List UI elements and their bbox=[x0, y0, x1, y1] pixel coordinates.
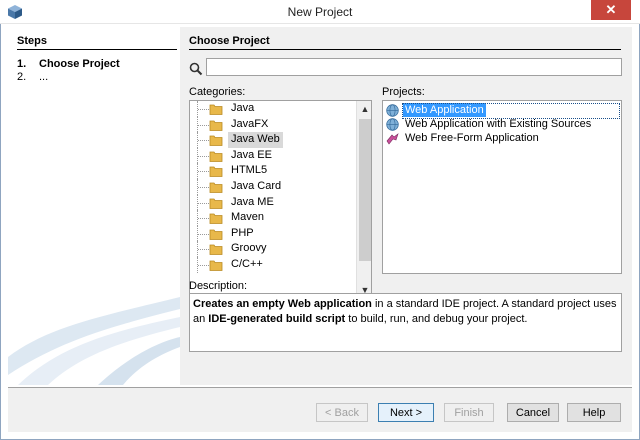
tree-item-label: Java Web bbox=[228, 132, 283, 148]
folder-icon bbox=[209, 120, 223, 131]
help-button[interactable]: Help bbox=[567, 403, 621, 422]
tree-item-label: C/C++ bbox=[231, 257, 263, 270]
tree-item[interactable]: Java Web bbox=[190, 132, 356, 148]
project-item[interactable]: Web Free-Form Application bbox=[383, 131, 621, 145]
tree-item[interactable]: Java bbox=[190, 101, 356, 117]
folder-icon bbox=[209, 260, 223, 271]
globe-icon bbox=[386, 118, 399, 131]
categories-list: Java JavaFX Java Web Java EE HTML5 Java … bbox=[190, 101, 356, 273]
tree-item[interactable]: Java ME bbox=[190, 194, 356, 211]
close-button[interactable]: ✕ bbox=[591, 0, 631, 20]
globe-icon bbox=[386, 104, 399, 117]
next-button[interactable]: Next > bbox=[378, 403, 434, 422]
folder-icon bbox=[209, 182, 223, 193]
tree-item-label: Java EE bbox=[231, 148, 272, 161]
tree-item-label: JavaFX bbox=[231, 117, 269, 130]
step-label: Choose Project bbox=[39, 58, 120, 70]
tree-item-label: Maven bbox=[231, 211, 265, 224]
wizard-decoration bbox=[8, 297, 180, 385]
step-item: 2.... bbox=[17, 71, 48, 83]
tree-item[interactable]: C/C++ bbox=[190, 256, 356, 273]
tree-item-label: Java bbox=[231, 102, 255, 114]
folder-icon bbox=[209, 198, 223, 209]
description-bold-1: Creates an empty Web application bbox=[193, 298, 372, 310]
steps-panel: Steps 1. Choose Project 2.... bbox=[8, 27, 180, 385]
categories-scrollbar[interactable]: ▲ ▼ bbox=[356, 101, 371, 298]
search-input[interactable] bbox=[206, 58, 622, 76]
back-button[interactable]: < Back bbox=[316, 403, 368, 422]
tree-item[interactable]: Maven bbox=[190, 210, 356, 226]
folder-icon bbox=[209, 166, 223, 178]
folder-icon bbox=[209, 135, 223, 147]
step-number: 2. bbox=[17, 71, 27, 83]
search-icon bbox=[189, 62, 203, 76]
projects-list[interactable]: Web Application Web Application with Exi… bbox=[382, 100, 622, 274]
folder-icon bbox=[209, 229, 223, 240]
project-item-label: Web Application with Existing Sources bbox=[405, 118, 592, 130]
project-item-label: Web Free-Form Application bbox=[405, 132, 539, 144]
tree-item[interactable]: JavaFX bbox=[190, 116, 356, 133]
finish-button[interactable]: Finish bbox=[444, 403, 494, 422]
tree-item-label: HTML5 bbox=[231, 164, 268, 177]
title-bar: New Project ✕ bbox=[0, 0, 640, 24]
step-label: ... bbox=[39, 71, 49, 83]
freeform-icon bbox=[386, 133, 399, 145]
description-bold-2: IDE-generated build script bbox=[208, 313, 346, 325]
tree-item[interactable]: PHP bbox=[190, 225, 356, 242]
steps-header: Steps bbox=[17, 35, 177, 50]
scroll-up-arrow-icon[interactable]: ▲ bbox=[357, 101, 371, 117]
tree-item[interactable]: Java EE bbox=[190, 147, 356, 164]
scroll-thumb[interactable] bbox=[359, 119, 371, 261]
tree-item[interactable]: HTML5 bbox=[190, 163, 356, 179]
tree-item[interactable]: Groovy bbox=[190, 241, 356, 257]
description-text-2: to build, run, and debug your project. bbox=[345, 313, 528, 325]
description-label: Description: bbox=[189, 280, 248, 292]
tree-item-label: Java ME bbox=[231, 195, 274, 208]
step-number: 1. bbox=[17, 58, 27, 70]
window-title: New Project bbox=[287, 5, 353, 19]
button-bar: < Back Next > Finish Cancel Help bbox=[8, 388, 632, 432]
main-panel: Choose Project Categories: Projects: Jav… bbox=[180, 27, 632, 385]
categories-tree[interactable]: Java JavaFX Java Web Java EE HTML5 Java … bbox=[189, 100, 372, 299]
step-item: 1. Choose Project bbox=[17, 58, 120, 70]
folder-icon bbox=[209, 104, 223, 115]
page-title: Choose Project bbox=[189, 35, 621, 50]
projects-label: Projects: bbox=[382, 86, 425, 98]
tree-item-label: Groovy bbox=[231, 242, 267, 255]
project-item[interactable]: Web Application with Existing Sources bbox=[383, 117, 621, 131]
folder-icon bbox=[209, 213, 223, 225]
tree-item[interactable]: Java Card bbox=[190, 178, 356, 195]
close-icon[interactable]: ✕ bbox=[606, 2, 617, 17]
tree-item-label: PHP bbox=[231, 226, 254, 239]
categories-label: Categories: bbox=[189, 86, 246, 98]
project-item[interactable]: Web Application bbox=[383, 103, 621, 119]
folder-icon bbox=[209, 244, 223, 256]
folder-icon bbox=[209, 151, 223, 162]
description-box: Creates an empty Web application in a st… bbox=[189, 293, 622, 352]
project-item-label: Web Application bbox=[403, 103, 486, 117]
tree-item-label: Java Card bbox=[231, 179, 282, 192]
cancel-button[interactable]: Cancel bbox=[507, 403, 559, 422]
